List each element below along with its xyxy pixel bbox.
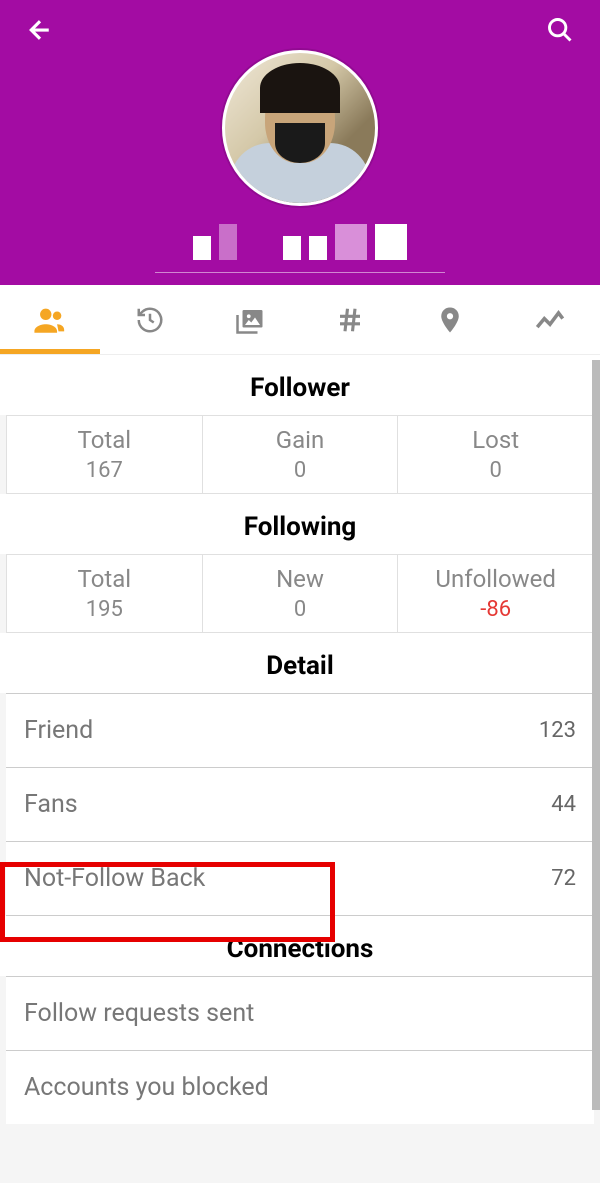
detail-value: 72 bbox=[551, 866, 576, 891]
detail-label: Not-Follow Back bbox=[24, 864, 205, 893]
stat-value: 0 bbox=[398, 458, 593, 483]
follower-section-title: Follower bbox=[0, 355, 600, 415]
tab-hashtag[interactable] bbox=[300, 285, 400, 354]
detail-label: Friend bbox=[24, 716, 93, 745]
stat-value: 195 bbox=[7, 597, 202, 622]
follower-lost[interactable]: Lost 0 bbox=[398, 416, 593, 493]
stat-label: New bbox=[203, 565, 398, 593]
stat-value: 167 bbox=[7, 458, 202, 483]
detail-label: Accounts you blocked bbox=[24, 1073, 269, 1102]
media-icon bbox=[235, 305, 265, 335]
tab-people[interactable] bbox=[0, 285, 100, 354]
connections-list: Follow requests sent Accounts you blocke… bbox=[6, 976, 594, 1124]
arrow-back-icon bbox=[25, 15, 55, 45]
analytics-icon bbox=[533, 303, 567, 337]
detail-friend[interactable]: Friend 123 bbox=[6, 693, 594, 768]
search-icon bbox=[546, 16, 574, 44]
stat-label: Unfollowed bbox=[398, 565, 593, 593]
stat-value: 0 bbox=[203, 458, 398, 483]
detail-not-follow-back[interactable]: Not-Follow Back 72 bbox=[6, 842, 594, 916]
stat-label: Total bbox=[7, 565, 202, 593]
detail-label: Fans bbox=[24, 790, 78, 819]
following-unfollowed[interactable]: Unfollowed -86 bbox=[398, 555, 593, 632]
tab-analytics[interactable] bbox=[500, 285, 600, 354]
tab-media[interactable] bbox=[200, 285, 300, 354]
follower-total[interactable]: Total 167 bbox=[7, 416, 203, 493]
stat-label: Total bbox=[7, 426, 202, 454]
follower-gain[interactable]: Gain 0 bbox=[203, 416, 399, 493]
stat-label: Lost bbox=[398, 426, 593, 454]
back-button[interactable] bbox=[20, 10, 60, 50]
following-stats: Total 195 New 0 Unfollowed -86 bbox=[6, 554, 594, 633]
stat-value: 0 bbox=[203, 597, 398, 622]
connections-section-title: Connections bbox=[0, 916, 600, 976]
detail-value: 123 bbox=[539, 718, 576, 743]
following-new[interactable]: New 0 bbox=[203, 555, 399, 632]
detail-value: 44 bbox=[551, 792, 576, 817]
connections-blocked[interactable]: Accounts you blocked bbox=[6, 1051, 594, 1124]
search-button[interactable] bbox=[540, 10, 580, 50]
people-icon bbox=[33, 303, 67, 337]
follower-stats: Total 167 Gain 0 Lost 0 bbox=[6, 415, 594, 494]
detail-list: Friend 123 Fans 44 Not-Follow Back 72 bbox=[6, 693, 594, 916]
username-underline bbox=[155, 272, 445, 273]
detail-fans[interactable]: Fans 44 bbox=[6, 768, 594, 842]
detail-section-title: Detail bbox=[0, 633, 600, 693]
profile-header bbox=[0, 0, 600, 285]
avatar[interactable] bbox=[222, 50, 378, 206]
username-redacted bbox=[193, 224, 407, 260]
following-section-title: Following bbox=[0, 494, 600, 554]
location-icon bbox=[435, 305, 465, 335]
tab-location[interactable] bbox=[400, 285, 500, 354]
detail-label: Follow requests sent bbox=[24, 999, 254, 1028]
tab-history[interactable] bbox=[100, 285, 200, 354]
scrollbar[interactable] bbox=[592, 360, 600, 1110]
stat-label: Gain bbox=[203, 426, 398, 454]
connections-follow-requests[interactable]: Follow requests sent bbox=[6, 976, 594, 1051]
hashtag-icon bbox=[335, 305, 365, 335]
tab-bar bbox=[0, 285, 600, 355]
stat-value: -86 bbox=[398, 597, 593, 622]
history-icon bbox=[135, 305, 165, 335]
following-total[interactable]: Total 195 bbox=[7, 555, 203, 632]
